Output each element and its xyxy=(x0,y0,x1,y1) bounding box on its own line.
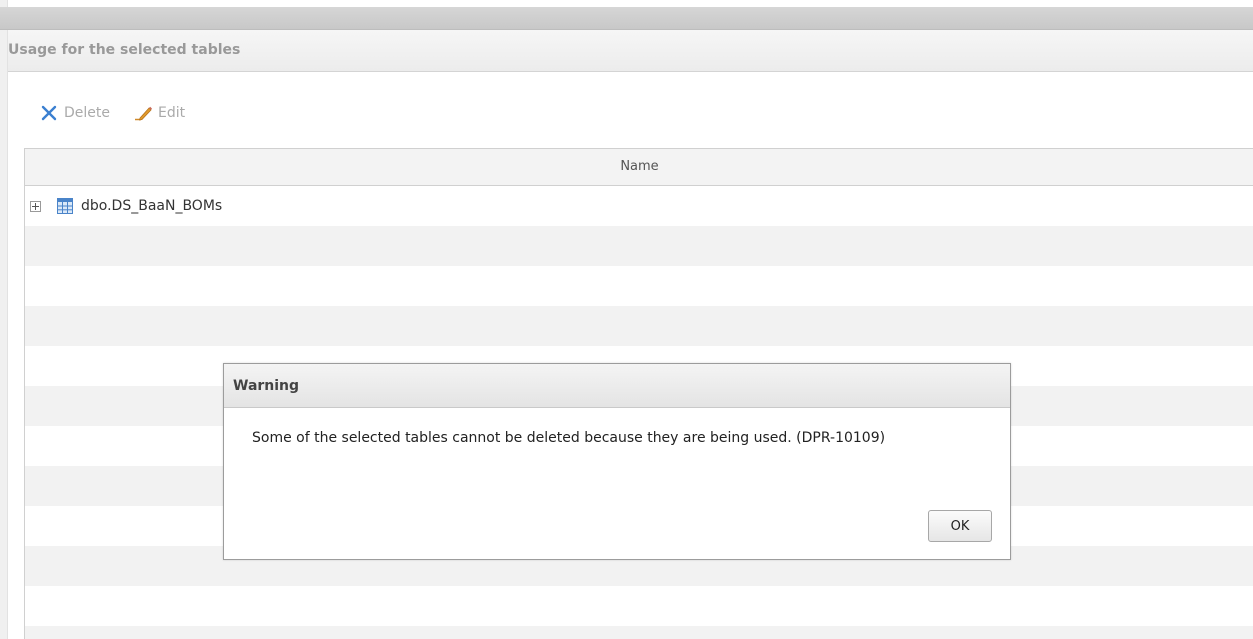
empty-row xyxy=(25,266,1253,306)
warning-dialog: Warning Some of the selected tables cann… xyxy=(223,363,1011,560)
empty-row xyxy=(25,586,1253,626)
left-edge-strip xyxy=(0,0,8,639)
top-bar xyxy=(0,7,1253,30)
ok-button[interactable]: OK xyxy=(928,510,992,542)
empty-row xyxy=(25,306,1253,346)
delete-x-icon xyxy=(40,104,58,122)
toolbar: Delete Edit xyxy=(8,72,1253,148)
panel-header: Usage for the selected tables xyxy=(8,30,1253,72)
delete-button[interactable]: Delete xyxy=(40,102,110,124)
panel-title: Usage for the selected tables xyxy=(8,42,241,58)
column-header-name[interactable]: Name xyxy=(25,148,1253,186)
table-row[interactable]: dbo.DS_BaaN_BOMs xyxy=(25,186,1253,226)
table-icon xyxy=(57,198,73,214)
plus-expander-icon[interactable] xyxy=(30,200,41,212)
dialog-title: Warning xyxy=(233,378,300,394)
delete-label: Delete xyxy=(64,105,110,121)
edit-label: Edit xyxy=(158,105,186,121)
edit-button[interactable]: Edit xyxy=(134,102,185,124)
empty-row xyxy=(25,626,1253,639)
dialog-header: Warning xyxy=(224,364,1010,408)
row-name: dbo.DS_BaaN_BOMs xyxy=(81,198,223,214)
empty-row xyxy=(25,226,1253,266)
pencil-icon xyxy=(134,104,152,122)
dialog-message: Some of the selected tables cannot be de… xyxy=(252,430,886,446)
